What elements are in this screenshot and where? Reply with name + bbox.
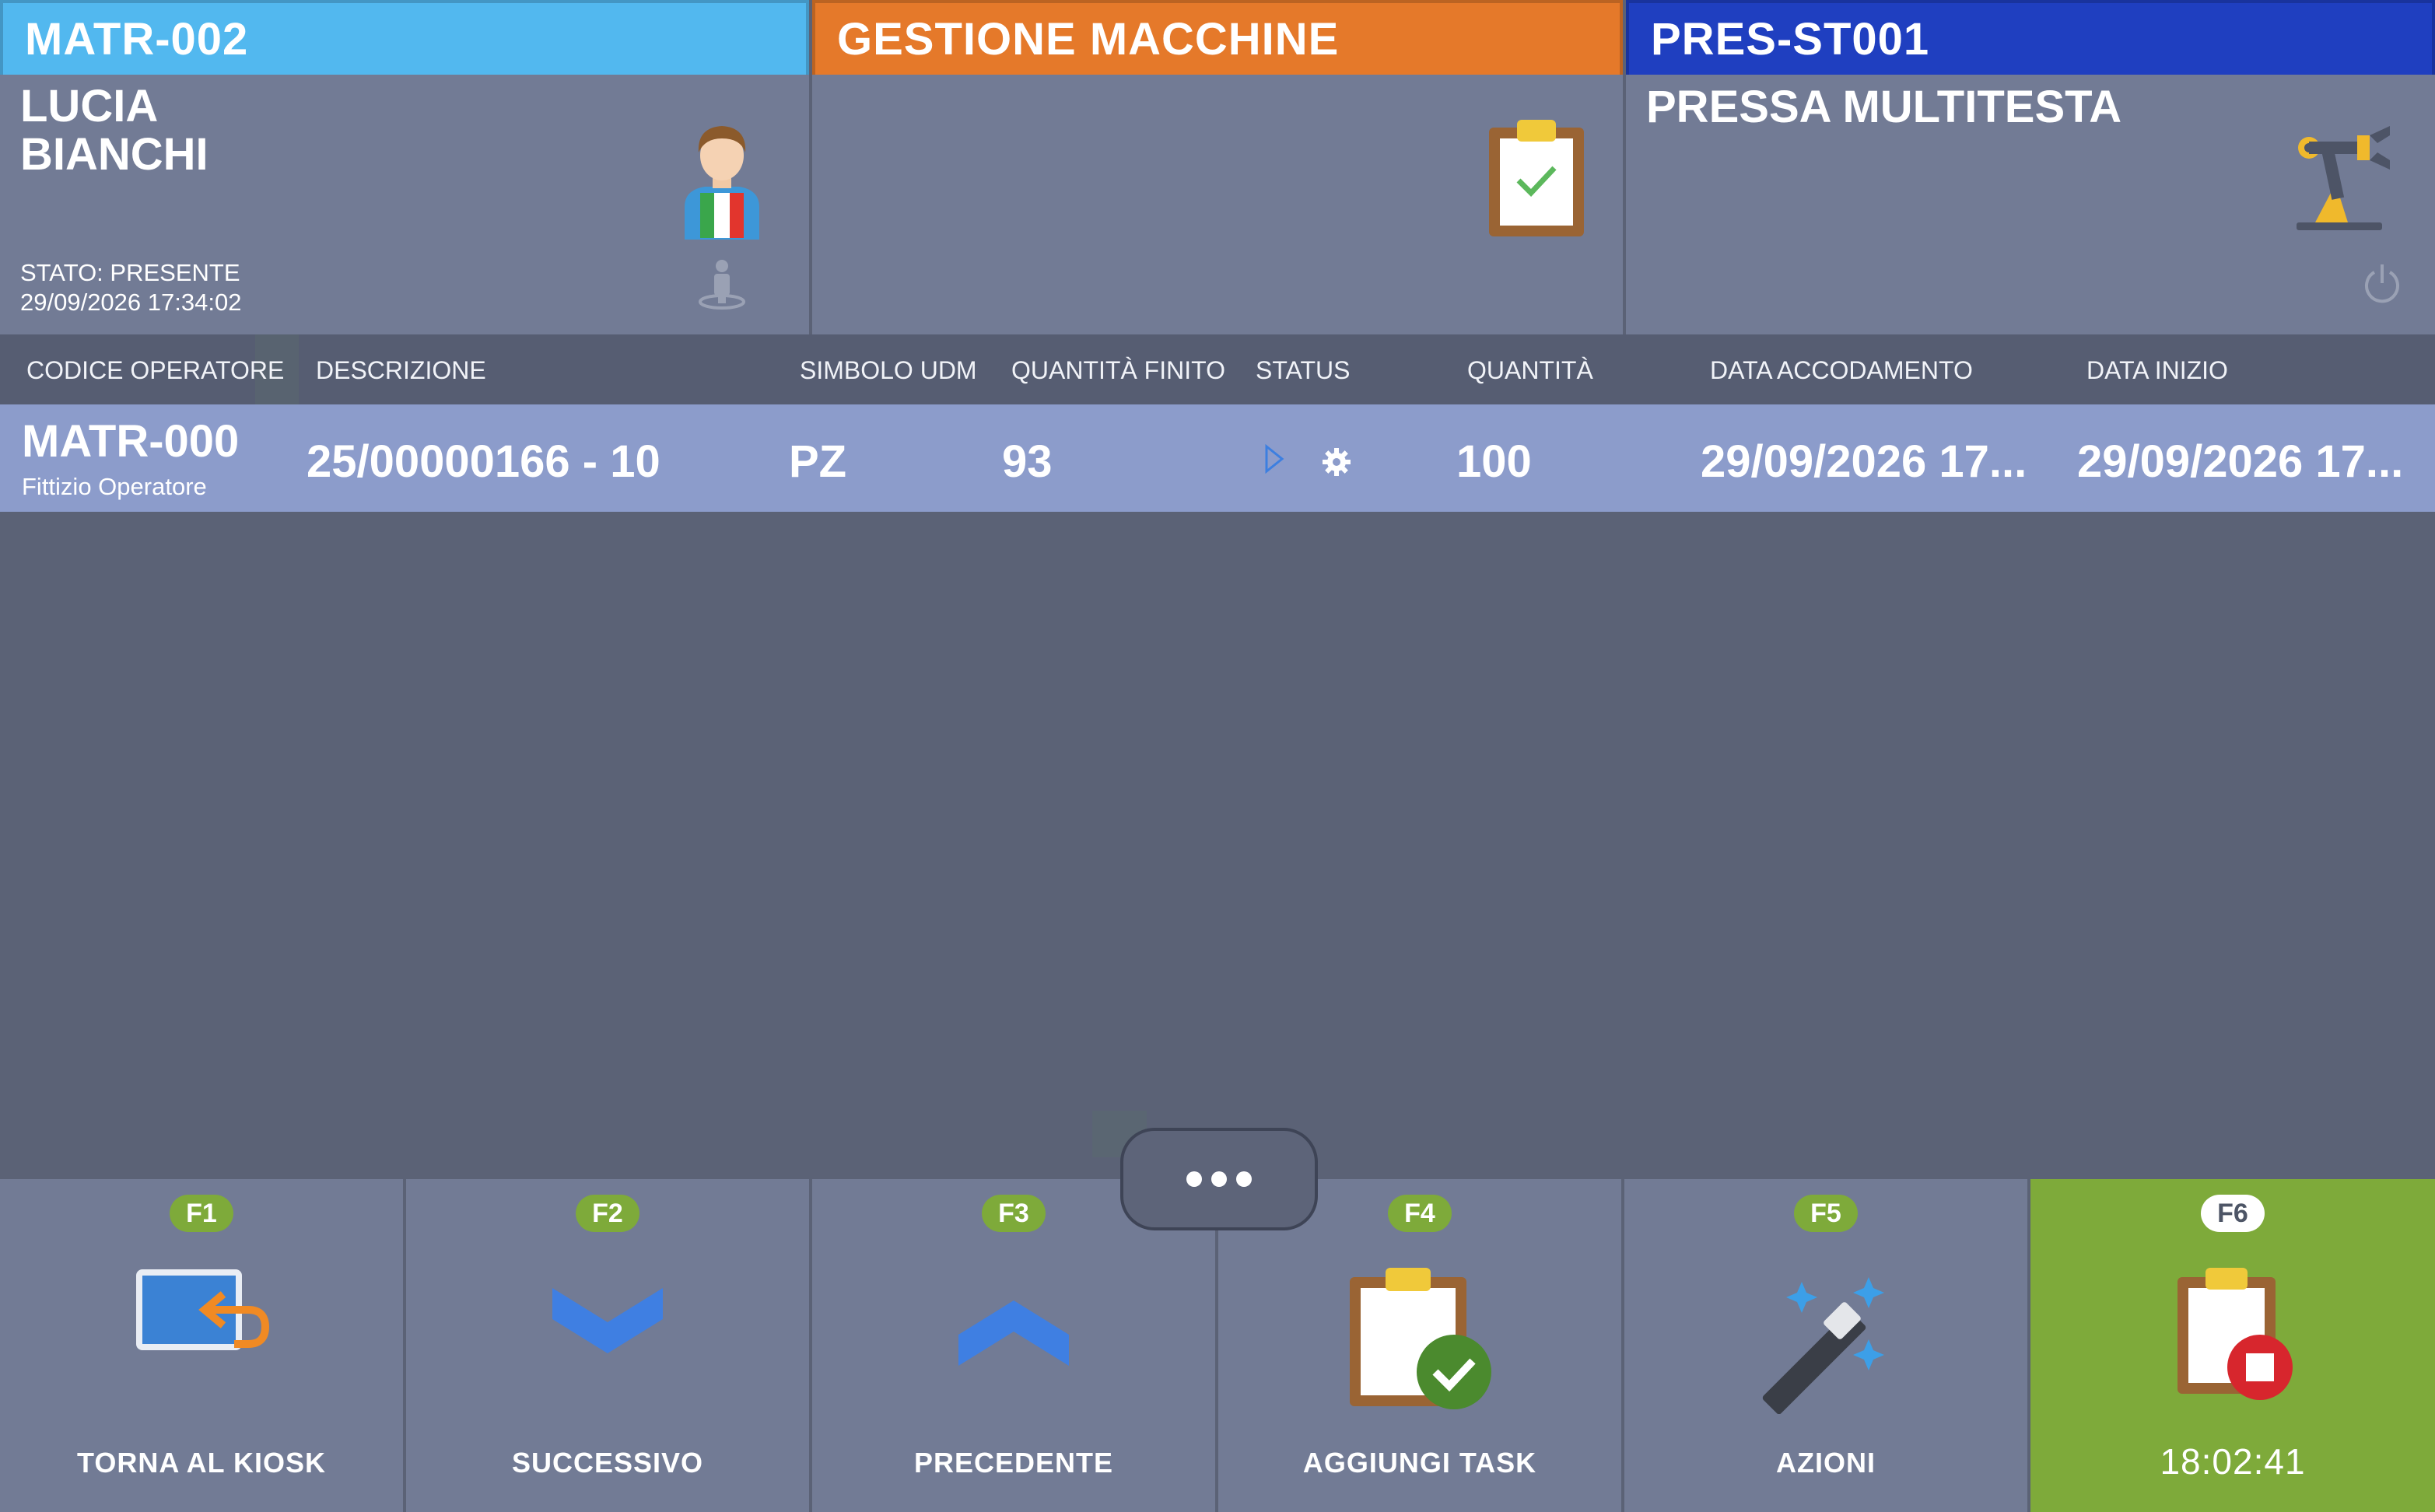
return-to-kiosk-icon xyxy=(136,1269,270,1350)
col-udm[interactable]: SIMBOLO UDM xyxy=(800,334,977,404)
operator-name: LUCIA BIANCHI xyxy=(20,82,487,179)
dot-icon xyxy=(1211,1171,1227,1187)
operator-last-name: BIANCHI xyxy=(20,129,208,180)
operator-avatar-icon xyxy=(685,126,759,240)
azioni-button[interactable]: F5 AZIONI xyxy=(1624,1179,2030,1512)
operator-status: STATO: PRESENTE xyxy=(20,259,240,286)
col-description[interactable]: DESCRIZIONE xyxy=(316,334,486,404)
presence-icon[interactable] xyxy=(697,258,747,310)
col-finished-qty[interactable]: QUANTITÀ FINITO xyxy=(1011,334,1225,404)
gear-icon xyxy=(1323,448,1351,476)
row-operator-code: MATR-000 xyxy=(22,416,240,467)
key-badge: F4 xyxy=(1388,1195,1452,1232)
operator-panel[interactable]: MATR-002 LUCIA BIANCHI STATO: PRESENTE 2… xyxy=(0,0,812,334)
key-badge: F3 xyxy=(982,1195,1046,1232)
machine-panel[interactable]: PRES-ST001 PRESSA MULTITESTA xyxy=(1626,0,2435,334)
key-badge: F1 xyxy=(170,1195,233,1232)
elapsed-timer: 18:02:41 xyxy=(2160,1441,2306,1482)
key-badge: F6 xyxy=(2201,1195,2265,1232)
row-qty: 100 xyxy=(1456,436,1532,487)
successivo-button[interactable]: F2 SUCCESSIVO xyxy=(406,1179,812,1512)
operator-timestamp: 29/09/2026 17:34:02 xyxy=(20,289,242,316)
chevron-up-icon xyxy=(958,1300,1069,1366)
col-operator-code[interactable]: CODICE OPERATORE xyxy=(26,334,284,404)
power-icon[interactable] xyxy=(2362,263,2402,303)
app-panel: GESTIONE MACCHINE xyxy=(812,0,1626,334)
more-options-button[interactable] xyxy=(1120,1128,1318,1230)
torna-al-kiosk-button[interactable]: F1 TORNA AL KIOSK xyxy=(0,1179,406,1512)
row-operator-name: Fittizio Operatore xyxy=(22,473,207,500)
button-label: SUCCESSIVO xyxy=(511,1447,704,1479)
row-finished-qty: 93 xyxy=(1002,436,1053,487)
stop-task-button[interactable]: F6 18:02:41 xyxy=(2030,1179,2435,1512)
button-label: AZIONI xyxy=(1776,1447,1876,1479)
clipboard-check-icon xyxy=(1350,1268,1491,1409)
dot-icon xyxy=(1186,1171,1202,1187)
key-badge: F2 xyxy=(576,1195,639,1232)
col-queue-date[interactable]: DATA ACCODAMENTO xyxy=(1710,334,1973,404)
col-qty[interactable]: QUANTITÀ xyxy=(1467,334,1593,404)
row-queue-date: 29/09/2026 17... xyxy=(1701,436,2027,487)
table-row[interactable]: MATR-000 Fittizio Operatore 25/00000166 … xyxy=(0,404,2435,512)
top-panels: MATR-002 LUCIA BIANCHI STATO: PRESENTE 2… xyxy=(0,0,2435,334)
clipboard-stop-icon xyxy=(2177,1268,2293,1400)
col-start-date[interactable]: DATA INIZIO xyxy=(2086,334,2228,404)
machine-name: PRESSA MULTITESTA xyxy=(1646,82,2122,132)
button-label: PRECEDENTE xyxy=(913,1447,1114,1479)
app-title: GESTIONE MACCHINE xyxy=(812,0,1623,75)
dot-icon xyxy=(1236,1171,1252,1187)
button-label: AGGIUNGI TASK xyxy=(1302,1447,1537,1479)
operator-status-block: STATO: PRESENTE 29/09/2026 17:34:02 xyxy=(20,258,241,317)
col-status[interactable]: STATUS xyxy=(1256,334,1350,404)
row-description: 25/00000166 - 10 xyxy=(307,436,660,487)
row-udm: PZ xyxy=(789,436,847,487)
chevron-down-icon xyxy=(552,1288,663,1353)
table-header: CODICE OPERATORE DESCRIZIONE SIMBOLO UDM… xyxy=(0,334,2435,404)
operator-first-name: LUCIA xyxy=(20,81,159,131)
clipboard-check-icon xyxy=(1489,120,1584,236)
row-start-date: 29/09/2026 17... xyxy=(2077,436,2404,487)
play-icon xyxy=(1265,443,1284,474)
robot-arm-icon xyxy=(2297,126,2390,230)
machine-code: PRES-ST001 xyxy=(1626,0,2435,75)
button-label: TORNA AL KIOSK xyxy=(76,1447,327,1479)
magic-wand-icon xyxy=(1762,1277,1884,1414)
key-badge: F5 xyxy=(1794,1195,1858,1232)
operator-code: MATR-002 xyxy=(0,0,809,75)
